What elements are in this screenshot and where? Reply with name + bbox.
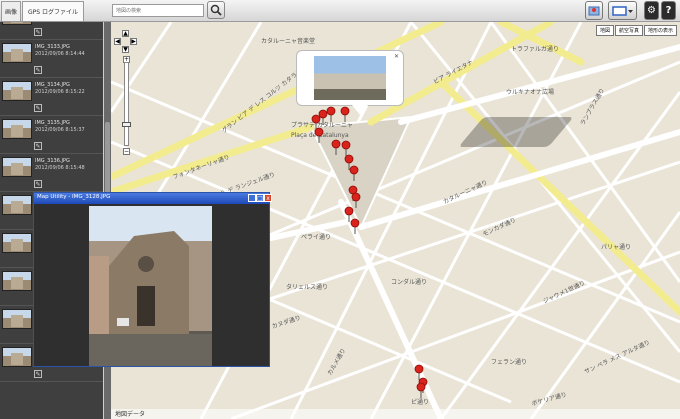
edit-icon[interactable]: ✎ [34, 180, 42, 188]
pan-right-button[interactable]: ▶ [130, 38, 137, 45]
photo-info-bubble[interactable]: ✕ [296, 50, 404, 106]
photo-thumbnail[interactable] [2, 233, 32, 253]
photo-thumbnail[interactable] [2, 157, 32, 177]
photo-thumbnail[interactable] [2, 347, 32, 367]
map-zoom-control: ▲ ◀ ▶ ▼ + − [114, 30, 137, 155]
pan-down-button[interactable]: ▼ [122, 46, 129, 53]
map-attribution-text: 地図データ [115, 411, 146, 418]
settings-button[interactable]: ⚙ [644, 1, 659, 20]
search-icon [210, 4, 222, 16]
tab-gps-log[interactable]: GPS ログファイル [22, 1, 84, 21]
photo-list-item[interactable]: IMG_3134.JPG 2012/09/06 8:15:22 ✎ [0, 78, 103, 116]
map-pin-icon[interactable] [350, 218, 360, 234]
zoom-out-button[interactable]: − [123, 148, 130, 155]
map-search-input[interactable] [112, 4, 204, 17]
map-type-roadmap[interactable]: 地図 [595, 25, 614, 36]
photo-thumbnail[interactable] [2, 81, 32, 101]
popup-photo-preview [89, 206, 212, 366]
app-window: 画像 GPS ログファイル ⚙ ? 2012/09/0 [0, 0, 680, 419]
edit-icon[interactable]: ✎ [34, 66, 42, 74]
close-icon[interactable]: ✕ [393, 53, 400, 60]
map-pin-icon[interactable] [331, 139, 341, 155]
photo-filename: IMG_3136.JPG [35, 158, 70, 164]
display-icon [611, 5, 633, 16]
map-type-terrain[interactable]: 地形の表示 [643, 25, 677, 36]
photo-thumbnail[interactable] [2, 195, 32, 215]
map-pin-icon[interactable] [314, 127, 324, 143]
gear-icon: ⚙ [647, 5, 656, 16]
map-type-satellite[interactable]: 航空写真 [614, 25, 643, 36]
edit-icon[interactable]: ✎ [34, 104, 42, 112]
map-pin-icon [588, 6, 600, 15]
photo-date: 2012/09/06 8:15:48 [35, 165, 85, 171]
map-type-switch: 地図 航空写真 地形の表示 [595, 25, 677, 36]
photo-date: 2012/09/06 8:15:22 [35, 89, 85, 95]
photo-date: 2012/09/06 8:15:37 [35, 127, 85, 133]
map-utility-window: Map Utility - IMG_3128.JPG _ □ x [33, 192, 272, 367]
zoom-track[interactable] [124, 62, 129, 146]
minimize-button[interactable]: _ [248, 194, 256, 202]
map-pin-icon[interactable] [340, 106, 350, 122]
map-label-ferran: フェラン通り [491, 359, 528, 366]
edit-icon[interactable]: ✎ [34, 142, 42, 150]
close-window-button[interactable]: x [264, 194, 272, 202]
photo-thumbnail[interactable] [2, 119, 32, 139]
popup-title: Map Utility - IMG_3128.JPG [37, 194, 111, 200]
photo-thumbnail[interactable] [2, 43, 32, 63]
map-label-hospital: カタルーニャ音楽堂 [261, 38, 316, 45]
photo-date: 2012/09/06 8:14:44 [35, 51, 85, 57]
help-button[interactable]: ? [661, 1, 676, 20]
help-icon: ? [665, 5, 672, 16]
info-bubble-tail [352, 105, 368, 115]
photo-list-item[interactable]: IMG_3136.JPG 2012/09/06 8:15:48 ✎ [0, 154, 103, 192]
zoom-slider-handle[interactable] [122, 122, 131, 127]
church-photo [89, 231, 212, 366]
map-pin-icon[interactable] [326, 106, 336, 122]
map-label-tallers: タリェルス通り [286, 284, 329, 291]
photo-list-item[interactable]: 2012/09/06 8:14:00✎ [0, 22, 103, 40]
maximize-button[interactable]: □ [256, 194, 264, 202]
photo-thumbnail[interactable] [2, 22, 32, 25]
display-mode-button[interactable] [608, 1, 637, 20]
pan-left-button[interactable]: ◀ [114, 38, 121, 45]
photo-thumbnail[interactable] [2, 271, 32, 291]
map-label-trafalgar: トラファルガ通り [511, 46, 559, 53]
photo-list-item[interactable]: IMG_3133.JPG 2012/09/06 8:14:44 ✎ [0, 40, 103, 78]
popup-titlebar[interactable]: Map Utility - IMG_3128.JPG _ □ x [34, 193, 272, 204]
photo-filename: IMG_3135.JPG [35, 120, 70, 126]
photo-thumbnail[interactable] [2, 309, 32, 329]
photo-list-item[interactable]: IMG_3135.JPG 2012/09/06 8:15:37 ✎ [0, 116, 103, 154]
map-label-palla: パリャ通り [601, 244, 632, 251]
pan-up-button[interactable]: ▲ [122, 30, 129, 37]
map-label-pi: ピ通り [411, 399, 430, 406]
photo-filename: IMG_3133.JPG [35, 44, 70, 50]
map-pin-icon[interactable] [416, 382, 426, 398]
map-pin-icon[interactable] [349, 165, 359, 181]
map-attribution: 地図データ [111, 409, 680, 419]
photo-filename: IMG_3134.JPG [35, 82, 70, 88]
map-label-urquinaona: ウルキナオナ広場 [506, 89, 555, 96]
search-button[interactable] [207, 1, 225, 19]
map-pin-button[interactable] [585, 1, 603, 20]
map-label-pelai: ペライ通り [301, 234, 332, 241]
edit-icon[interactable]: ✎ [34, 28, 42, 36]
bubble-photo-thumbnail[interactable] [314, 56, 386, 100]
top-toolbar: 画像 GPS ログファイル ⚙ ? [0, 0, 680, 22]
edit-icon[interactable]: ✎ [34, 370, 42, 378]
tab-photos[interactable]: 画像 [1, 1, 21, 21]
map-label-comtal: コンダル通り [391, 279, 428, 286]
